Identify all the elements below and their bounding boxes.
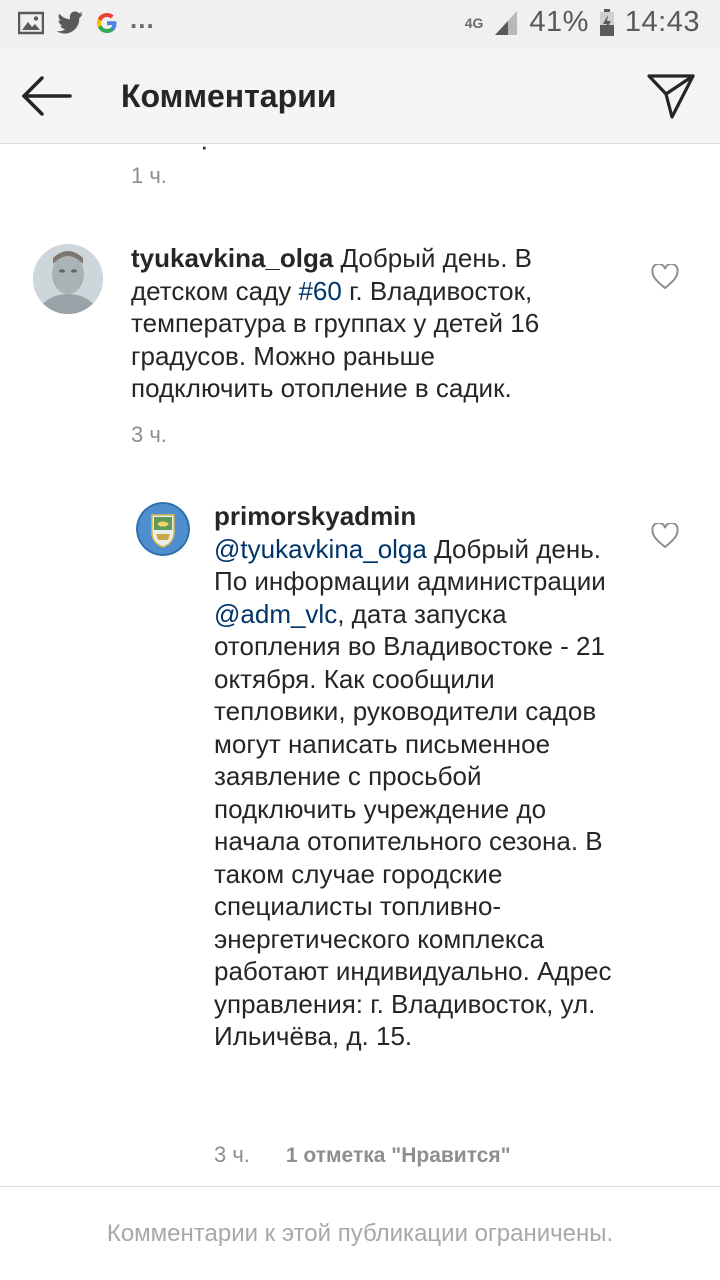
notification-overflow: ... (130, 4, 155, 34)
status-bar: ... 4G 41% 14:43 (0, 0, 720, 48)
app-bar: Комментарии (0, 48, 720, 144)
comments-list[interactable]: · 1 ч. tyukavkina_olga Добрый день. В де… (0, 145, 720, 1185)
gallery-icon (18, 11, 44, 34)
comment-reply-item: primorskyadmin @tyukavkina_olga Добрый де… (0, 485, 720, 1185)
mention-link[interactable]: @adm_vlc (214, 599, 337, 629)
avatar[interactable] (136, 502, 190, 556)
twitter-icon (56, 10, 83, 33)
comments-restricted-banner: Комментарии к этой публикации ограничены… (0, 1186, 720, 1280)
comments-restricted-text: Комментарии к этой публикации ограничены… (106, 1220, 614, 1247)
battery-icon (599, 8, 614, 36)
user-photo-icon (33, 244, 103, 314)
back-arrow-icon (22, 76, 72, 116)
avatar[interactable] (33, 244, 103, 314)
comment-username[interactable]: tyukavkina_olga (131, 243, 333, 273)
comment-text-continued: , дата запуска отопления во Владивостоке… (214, 598, 612, 1052)
status-bar-system: 4G 41% 14:43 (465, 6, 700, 39)
google-icon (96, 12, 117, 33)
page-title: Комментарии (121, 78, 337, 114)
comment-item: tyukavkina_olga Добрый день. В детском с… (0, 145, 720, 465)
comment-body: primorskyadmin @tyukavkina_olga Добрый де… (214, 500, 624, 1053)
clock: 14:43 (624, 6, 700, 38)
hashtag-link[interactable]: #60 (298, 276, 341, 306)
coat-of-arms-icon (136, 502, 190, 556)
network-type-label: 4G (464, 14, 484, 31)
heart-icon (651, 262, 679, 290)
comment-time: 3 ч. (131, 422, 167, 447)
back-button[interactable] (18, 74, 76, 118)
paper-plane-icon (647, 74, 695, 119)
comment-meta: 3 ч. 1 отметка "Нравится" (214, 1142, 511, 1168)
signal-icon (495, 10, 518, 35)
comment-username[interactable]: primorskyadmin (214, 501, 416, 531)
comment-time: 3 ч. (214, 1142, 250, 1167)
comment-body: tyukavkina_olga Добрый день. В детском с… (131, 242, 561, 405)
status-bar-notifications: ... (18, 4, 155, 35)
like-button[interactable] (651, 262, 679, 290)
share-button[interactable] (646, 72, 696, 120)
mention-link[interactable]: @tyukavkina_olga (214, 534, 427, 564)
battery-percent: 41% (529, 6, 589, 38)
likes-count-link[interactable]: 1 отметка "Нравится" (286, 1144, 511, 1167)
heart-icon (651, 521, 679, 549)
like-button[interactable] (651, 521, 679, 549)
